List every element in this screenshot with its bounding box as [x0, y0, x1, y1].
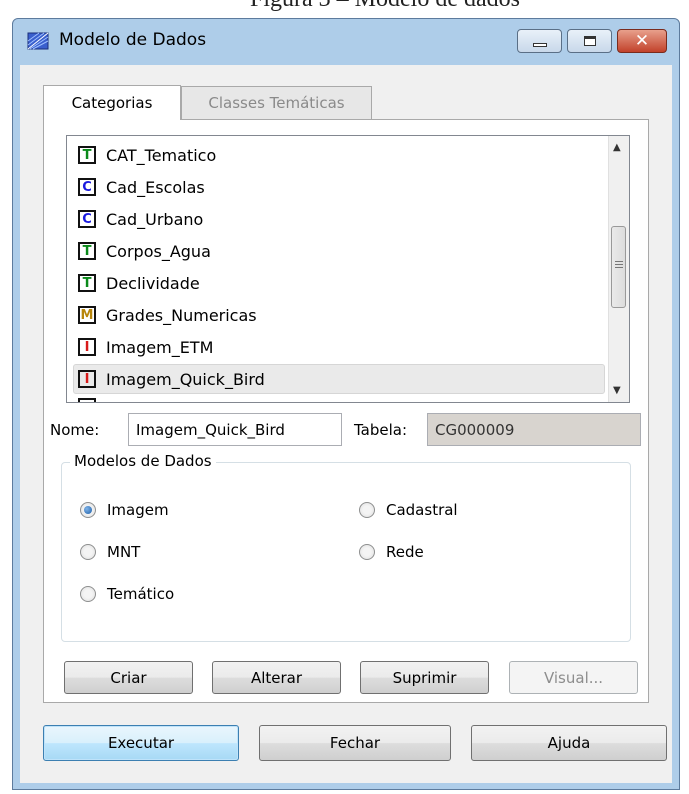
- tabela-label: Tabela:: [354, 421, 408, 439]
- vertical-scrollbar[interactable]: ▲ ▼: [608, 136, 629, 402]
- radio-label: Temático: [107, 585, 175, 603]
- imagem-badge-icon: I: [78, 338, 96, 356]
- executar-button[interactable]: Executar: [43, 725, 239, 761]
- list-item-label: Imagem_ETM: [106, 337, 214, 357]
- radio-icon[interactable]: [359, 544, 375, 560]
- window-title: Modelo de Dados: [59, 30, 207, 50]
- radio-label: Cadastral: [386, 501, 458, 519]
- criar-button[interactable]: Criar: [64, 661, 193, 694]
- list-item[interactable]: T Declividade: [73, 268, 605, 298]
- tab-categorias[interactable]: Categorias: [43, 85, 181, 120]
- alterar-button[interactable]: Alterar: [212, 661, 341, 694]
- imagem-badge-icon: I: [78, 370, 96, 388]
- dialog-client-area: Categorias Classes Temáticas T CAT_Temat…: [20, 65, 672, 783]
- radio-icon[interactable]: [80, 544, 96, 560]
- tematico-badge-icon: T: [78, 274, 96, 292]
- close-button[interactable]: ✕: [617, 29, 667, 53]
- scroll-down-icon[interactable]: ▼: [613, 385, 621, 396]
- radio-imagem[interactable]: Imagem: [80, 501, 169, 519]
- maximize-button[interactable]: [567, 29, 612, 53]
- fechar-button[interactable]: Fechar: [259, 725, 451, 761]
- list-item-label: Corpos_Agua: [106, 241, 211, 261]
- minimize-button[interactable]: [517, 29, 562, 53]
- document-caption: Figura 3 – Modelo de dados: [250, 0, 650, 16]
- categories-listbox[interactable]: T CAT_Tematico C Cad_Escolas C Cad_Urban…: [66, 135, 630, 403]
- nome-field[interactable]: Imagem_Quick_Bird: [128, 413, 342, 446]
- cadastral-badge-icon: C: [78, 210, 96, 228]
- radio-tematico[interactable]: Temático: [80, 585, 174, 603]
- app-icon: [27, 32, 49, 50]
- cadastral-badge-icon: C: [78, 178, 96, 196]
- ajuda-button[interactable]: Ajuda: [471, 725, 667, 761]
- scroll-thumb[interactable]: [611, 226, 626, 308]
- tematico-badge-icon: T: [78, 242, 96, 260]
- radio-mnt[interactable]: MNT: [80, 543, 140, 561]
- maximize-icon: [583, 36, 596, 46]
- radio-label: MNT: [107, 543, 141, 561]
- suprimir-button[interactable]: Suprimir: [360, 661, 489, 694]
- title-bar[interactable]: Modelo de Dados ✕: [13, 19, 679, 65]
- mnt-badge-icon: M: [78, 306, 96, 324]
- tab-classes-tematicas[interactable]: Classes Temáticas: [181, 86, 372, 119]
- radio-cadastral[interactable]: Cadastral: [359, 501, 458, 519]
- categorias-panel: T CAT_Tematico C Cad_Escolas C Cad_Urban…: [43, 119, 649, 703]
- radio-label: Rede: [386, 543, 424, 561]
- grip-icon: [615, 261, 623, 268]
- list-item-selected[interactable]: I Imagem_Quick_Bird: [73, 364, 605, 394]
- list-item[interactable]: C Cad_Urbano: [73, 204, 605, 234]
- tematico-badge-icon: T: [78, 146, 96, 164]
- minimize-icon: [532, 43, 547, 47]
- group-title: Modelos de Dados: [70, 452, 216, 470]
- list-item[interactable]: T CAT_Tematico: [73, 140, 605, 170]
- list-item[interactable]: T Corpos_Agua: [73, 236, 605, 266]
- tabela-field: CG000009: [427, 413, 641, 446]
- list-item-label: CAT_Tematico: [106, 145, 217, 165]
- list-item[interactable]: I Imagem_ETM: [73, 332, 605, 362]
- scroll-up-icon[interactable]: ▲: [613, 142, 621, 153]
- list-item-label: Cad_Urbano: [106, 209, 204, 229]
- list-item-label: Grades_Numericas: [106, 305, 257, 325]
- list-item[interactable]: M Grades_Numericas: [73, 300, 605, 330]
- modelos-de-dados-group: Modelos de Dados Imagem Cadastral MNT Re…: [61, 452, 631, 642]
- list-item-label: Cad_Escolas: [106, 177, 205, 197]
- partial-badge-icon: [78, 398, 96, 402]
- radio-rede[interactable]: Rede: [359, 543, 424, 561]
- radio-icon[interactable]: [359, 502, 375, 518]
- radio-label: Imagem: [107, 501, 169, 519]
- list-item[interactable]: C Cad_Escolas: [73, 172, 605, 202]
- visual-button: Visual...: [509, 661, 638, 694]
- nome-label: Nome:: [50, 421, 100, 439]
- radio-checked-icon[interactable]: [80, 502, 96, 518]
- close-icon: ✕: [634, 30, 650, 51]
- list-item-label: Imagem_Quick_Bird: [106, 369, 265, 389]
- modelo-de-dados-window: Modelo de Dados ✕ Categorias Classes Tem…: [12, 18, 680, 790]
- radio-icon[interactable]: [80, 586, 96, 602]
- list-item-label: Declividade: [106, 273, 200, 293]
